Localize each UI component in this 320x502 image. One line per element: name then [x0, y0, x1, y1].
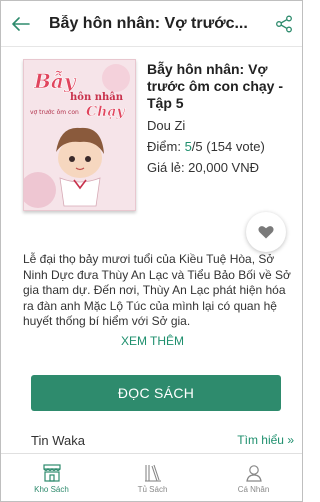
back-button[interactable] [1, 1, 41, 47]
nav-item-profile[interactable]: Cá Nhân [203, 454, 302, 501]
waka-news-title: Tin Waka [31, 432, 85, 448]
store-icon [42, 464, 61, 482]
bookshelf-icon [144, 464, 161, 482]
rating-prefix: Điểm: [147, 139, 185, 154]
waka-news-row: Tin Waka Tìm hiểu » [1, 427, 302, 453]
favorite-button[interactable] [246, 212, 286, 252]
book-info: Bẫy hôn nhân: Vợ trước ôm con chạy - Tập… [147, 61, 295, 175]
bottom-navigation: Kho Sách Tủ Sách Cá Nhân [1, 453, 302, 501]
book-price: Giá lẻ: 20,000 VNĐ [147, 160, 260, 175]
book-detail: Bẫy hôn nhân vợ trước ôm con Chạy Bẫy hô… [1, 47, 302, 252]
cover-title-line3: vợ trước ôm con [30, 109, 79, 116]
share-icon [276, 15, 292, 32]
book-cover[interactable]: Bẫy hôn nhân vợ trước ôm con Chạy [23, 59, 136, 211]
rating-score: 5 [184, 139, 192, 154]
share-button[interactable] [264, 1, 302, 47]
page-title: Bẫy hôn nhân: Vợ trước... [49, 14, 248, 32]
nav-item-store[interactable]: Kho Sách [1, 454, 102, 501]
learn-more-link[interactable]: Tìm hiểu » [237, 433, 294, 447]
book-description: Lễ đại thọ bảy mươi tuổi của Kiều Tuệ Hò… [23, 252, 291, 328]
top-bar: Bẫy hôn nhân: Vợ trước... [1, 1, 302, 47]
nav-item-bookshelf[interactable]: Tủ Sách [102, 454, 203, 501]
book-author[interactable]: Dou Zi [147, 118, 295, 133]
book-rating: Điểm: 5/5 (154 vote) [147, 139, 295, 154]
read-book-button[interactable]: ĐỌC SÁCH [31, 375, 281, 411]
nav-label-store: Kho Sách [34, 485, 69, 494]
nav-label-bookshelf: Tủ Sách [137, 485, 168, 494]
cover-title-line4: Chạy [86, 104, 125, 120]
arrow-left-icon [12, 16, 30, 31]
cover-art: Bẫy hôn nhân vợ trước ôm con Chạy [24, 60, 135, 210]
see-more-link[interactable]: XEM THÊM [1, 334, 302, 348]
nav-label-profile: Cá Nhân [237, 485, 270, 494]
cover-title-line1: Bẫy [33, 69, 77, 93]
heart-icon [258, 226, 274, 239]
cover-title-line2: hôn nhân [70, 92, 124, 103]
screen: Bẫy hôn nhân: Vợ trước... Bẫy hôn nhân v… [0, 0, 303, 502]
user-icon [245, 465, 262, 482]
book-title: Bẫy hôn nhân: Vợ trước ôm con chạy - Tập… [147, 61, 284, 111]
rating-suffix: /5 (154 vote) [191, 139, 265, 154]
